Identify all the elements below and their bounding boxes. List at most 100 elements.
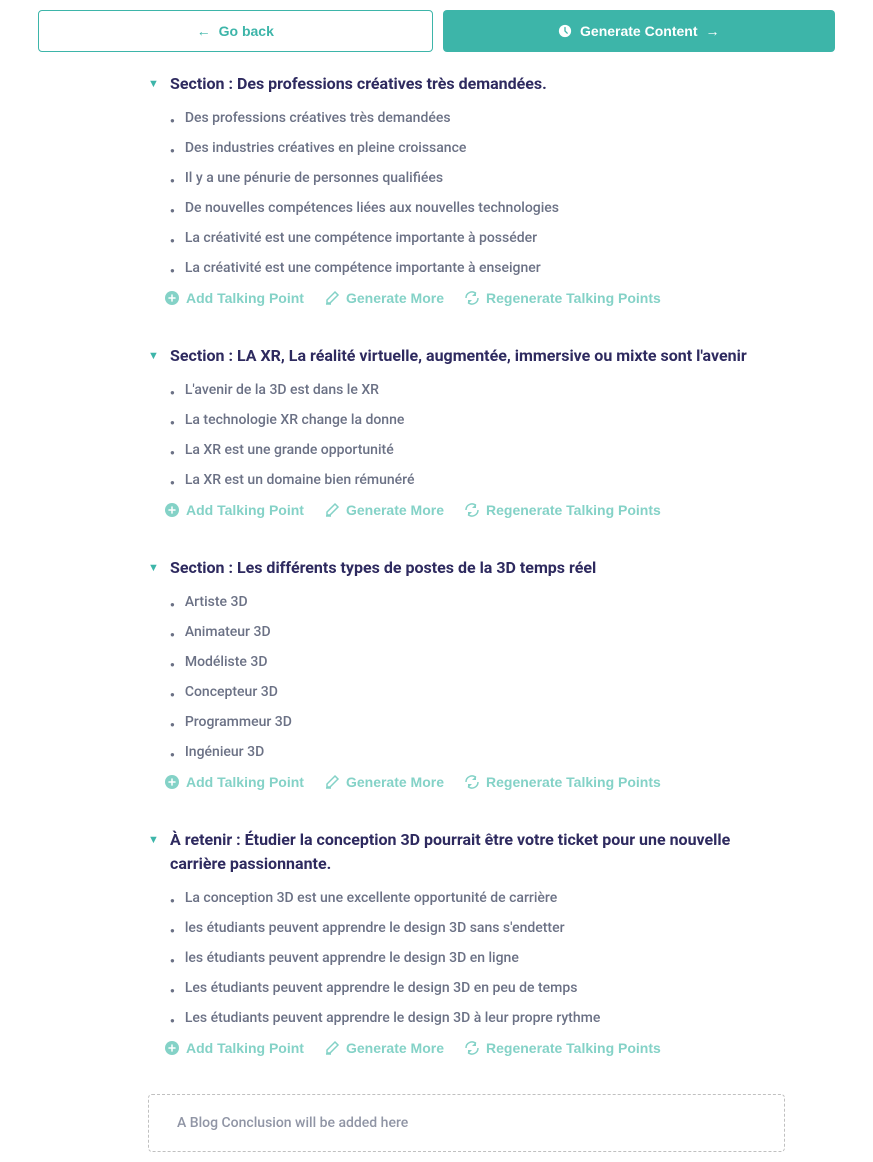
bullet-icon: ●: [170, 236, 175, 245]
bullet-icon: ●: [170, 926, 175, 935]
section-header[interactable]: ▼Section : Des professions créatives trè…: [148, 72, 785, 96]
generate-more-button-label: Generate More: [346, 774, 444, 790]
bullet-icon: ●: [170, 478, 175, 487]
go-back-label: Go back: [219, 23, 274, 39]
refresh-icon: [464, 1040, 480, 1056]
section-header[interactable]: ▼Section : LA XR, La réalité virtuelle, …: [148, 344, 785, 368]
talking-point-item[interactable]: ●La XR est une grande opportunité: [170, 442, 785, 458]
bullet-icon: ●: [170, 176, 175, 185]
bullet-icon: ●: [170, 146, 175, 155]
generate-more-button-label: Generate More: [346, 290, 444, 306]
bullet-icon: ●: [170, 690, 175, 699]
plus-circle-icon: [164, 1040, 180, 1056]
talking-point-item[interactable]: ●Ingénieur 3D: [170, 744, 785, 760]
talking-point-item[interactable]: ●La conception 3D est une excellente opp…: [170, 890, 785, 906]
talking-point-item[interactable]: ●Modéliste 3D: [170, 654, 785, 670]
add-talking-point-button[interactable]: Add Talking Point: [164, 1040, 304, 1056]
talking-point-text: L'avenir de la 3D est dans le XR: [185, 382, 379, 398]
talking-point-text: Artiste 3D: [185, 594, 248, 610]
talking-point-item[interactable]: ●Programmeur 3D: [170, 714, 785, 730]
talking-point-text: Des industries créatives en pleine crois…: [185, 140, 467, 156]
section-actions: Add Talking Point Generate More Regenerate…: [148, 290, 785, 306]
generate-content-button[interactable]: Generate Content →: [443, 10, 836, 52]
generate-more-button[interactable]: Generate More: [324, 774, 444, 790]
arrow-left-icon: ←: [197, 23, 211, 39]
talking-points-list: ● La conception 3D est une excellente opp…: [148, 890, 785, 1026]
talking-point-item[interactable]: ● La créativité est une compétence import…: [170, 230, 785, 246]
bullet-icon: ●: [170, 116, 175, 125]
add-talking-point-button-label: Add Talking Point: [186, 1040, 304, 1056]
talking-point-text: Modéliste 3D: [185, 654, 268, 670]
add-talking-point-button-label: Add Talking Point: [186, 774, 304, 790]
talking-point-item[interactable]: ● les étudiants peuvent apprendre le desi…: [170, 920, 785, 936]
section: ▼Section : LA XR, La réalité virtuelle, …: [148, 344, 785, 518]
talking-point-item[interactable]: ● Artiste 3D: [170, 594, 785, 610]
regenerate-talking-points-button-label: Regenerate Talking Points: [486, 502, 661, 518]
plus-circle-icon: [164, 290, 180, 306]
talking-point-item[interactable]: ●La créativité est une compétence import…: [170, 260, 785, 276]
add-talking-point-button[interactable]: Add Talking Point: [164, 774, 304, 790]
generate-more-button-label: Generate More: [346, 1040, 444, 1056]
refresh-icon: [464, 290, 480, 306]
edit-icon: [324, 290, 340, 306]
generate-more-button[interactable]: Generate More: [324, 502, 444, 518]
section-actions: Add Talking Point Generate More Regenerate…: [148, 774, 785, 790]
talking-point-text: les étudiants peuvent apprendre le desig…: [185, 920, 565, 936]
add-talking-point-button[interactable]: Add Talking Point: [164, 290, 304, 306]
talking-point-text: Animateur 3D: [185, 624, 271, 640]
refresh-icon: [464, 774, 480, 790]
bullet-icon: ●: [170, 388, 175, 397]
bullet-icon: ●: [170, 266, 175, 275]
sections-container: ▼Section : Des professions créatives trè…: [38, 72, 835, 1152]
talking-point-item[interactable]: ● L'avenir de la 3D est dans le XR: [170, 382, 785, 398]
section-actions: Add Talking Point Generate More Regenerate…: [148, 1040, 785, 1056]
talking-point-item[interactable]: ●les étudiants peuvent apprendre le desi…: [170, 950, 785, 966]
talking-point-item[interactable]: ● La XR est un domaine bien rémunéré: [170, 472, 785, 488]
regenerate-talking-points-button-label: Regenerate Talking Points: [486, 290, 661, 306]
bullet-icon: ●: [170, 600, 175, 609]
generate-more-button[interactable]: Generate More: [324, 290, 444, 306]
section-header[interactable]: ▼À retenir : Étudier la conception 3D po…: [148, 828, 785, 876]
regenerate-talking-points-button[interactable]: Regenerate Talking Points: [464, 1040, 661, 1056]
bullet-icon: ●: [170, 630, 175, 639]
generate-more-button[interactable]: Generate More: [324, 1040, 444, 1056]
talking-point-item[interactable]: ● Animateur 3D: [170, 624, 785, 640]
talking-point-item[interactable]: ●La technologie XR change la donne: [170, 412, 785, 428]
section-title: À retenir : Étudier la conception 3D pou…: [170, 828, 785, 876]
bullet-icon: ●: [170, 750, 175, 759]
talking-point-text: Concepteur 3D: [185, 684, 278, 700]
talking-point-text: La XR est un domaine bien rémunéré: [185, 472, 415, 488]
chevron-down-icon: ▼: [148, 561, 160, 574]
talking-point-item[interactable]: ● Des industries créatives en pleine croi…: [170, 140, 785, 156]
regenerate-talking-points-button-label: Regenerate Talking Points: [486, 774, 661, 790]
add-talking-point-button-label: Add Talking Point: [186, 290, 304, 306]
talking-point-item[interactable]: ●Les étudiants peuvent apprendre le desi…: [170, 980, 785, 996]
add-talking-point-button[interactable]: Add Talking Point: [164, 502, 304, 518]
talking-point-item[interactable]: ● Concepteur 3D: [170, 684, 785, 700]
plus-circle-icon: [164, 502, 180, 518]
talking-point-text: Il y a une pénurie de personnes qualifié…: [185, 170, 443, 186]
talking-points-list: ●Artiste 3D●Animateur 3D●Modéliste 3D●Co…: [148, 594, 785, 760]
talking-point-text: les étudiants peuvent apprendre le desig…: [185, 950, 519, 966]
bullet-icon: ●: [170, 720, 175, 729]
talking-point-text: De nouvelles compétences liées aux nouve…: [185, 200, 559, 216]
edit-icon: [324, 1040, 340, 1056]
conclusion-placeholder: A Blog Conclusion will be added here: [148, 1094, 785, 1152]
talking-point-text: La conception 3D est une excellente oppo…: [185, 890, 557, 906]
regenerate-talking-points-button[interactable]: Regenerate Talking Points: [464, 774, 661, 790]
talking-point-item[interactable]: ● De nouvelles compétences liées aux nouv…: [170, 200, 785, 216]
bullet-icon: ●: [170, 206, 175, 215]
section-header[interactable]: ▼Section : Les différents types de poste…: [148, 556, 785, 580]
talking-point-text: La créativité est une compétence importa…: [185, 230, 537, 246]
regenerate-talking-points-button[interactable]: Regenerate Talking Points: [464, 502, 661, 518]
talking-point-text: La XR est une grande opportunité: [185, 442, 394, 458]
bullet-icon: ●: [170, 986, 175, 995]
section-actions: Add Talking Point Generate More Regenerate…: [148, 502, 785, 518]
talking-point-item[interactable]: ●Des professions créatives très demandée…: [170, 110, 785, 126]
clock-icon: [558, 24, 572, 38]
regenerate-talking-points-button[interactable]: Regenerate Talking Points: [464, 290, 661, 306]
arrow-right-icon: →: [705, 23, 719, 39]
talking-point-item[interactable]: ● Il y a une pénurie de personnes qualifi…: [170, 170, 785, 186]
chevron-down-icon: ▼: [148, 77, 160, 90]
go-back-button[interactable]: ← Go back: [38, 10, 433, 52]
